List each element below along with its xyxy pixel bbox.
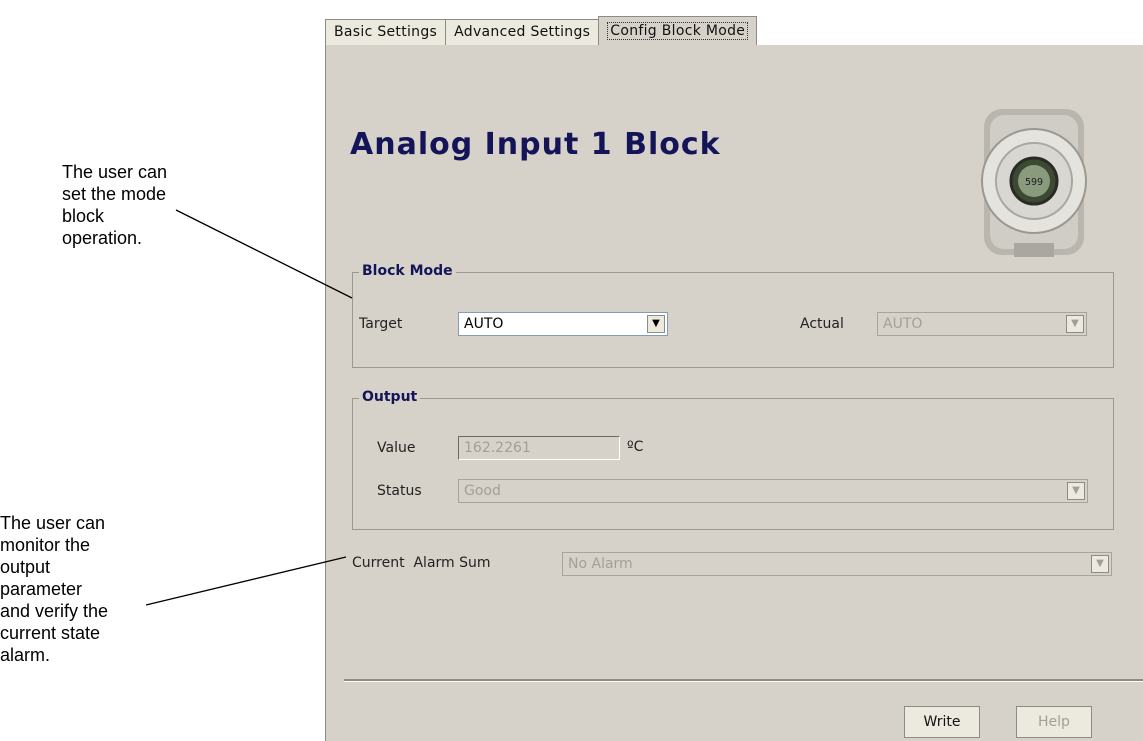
page-title: Analog Input 1 Block [350, 127, 721, 162]
status-chevron-down-icon: ▼ [1067, 482, 1085, 500]
annotation-mode-block: The user can set the mode block operatio… [62, 162, 168, 248]
tab-config-block-mode[interactable]: Config Block Mode [598, 16, 758, 45]
alarm-sum-value: No Alarm [568, 556, 633, 572]
tab-advanced-settings[interactable]: Advanced Settings [445, 19, 600, 45]
block-mode-group: Block Mode Target AUTO ▼ Actual AUTO ▼ [352, 263, 1114, 368]
output-status-value: Good [464, 483, 501, 499]
actual-select: AUTO ▼ [877, 312, 1087, 336]
tab-strip: Basic Settings Advanced Settings Config … [325, 15, 758, 45]
output-group: Output Value 162.2261 ºC Status Good ▼ [352, 389, 1114, 530]
alarm-sum-select: No Alarm ▼ [562, 552, 1112, 576]
value-label: Value [377, 440, 416, 456]
footer-separator [344, 679, 1143, 682]
output-status-select: Good ▼ [458, 479, 1088, 503]
alarm-chevron-down-icon: ▼ [1091, 555, 1109, 573]
status-label: Status [377, 483, 422, 499]
tab-config-block-mode-label: Config Block Mode [607, 22, 749, 40]
config-panel: Analog Input 1 Block 599 Block Mode Targ… [325, 45, 1143, 741]
leader-line-alarm [145, 556, 347, 606]
target-select[interactable]: AUTO ▼ [458, 312, 668, 336]
transmitter-device-icon: 599 [981, 109, 1087, 257]
alarm-sum-label: Current Alarm Sum [352, 555, 491, 571]
target-label: Target [359, 316, 403, 332]
target-chevron-down-icon[interactable]: ▼ [647, 315, 665, 333]
output-value-field: 162.2261 [458, 436, 620, 460]
target-select-value: AUTO [464, 316, 504, 332]
actual-chevron-down-icon: ▼ [1066, 315, 1084, 333]
tab-basic-settings[interactable]: Basic Settings [325, 19, 447, 45]
block-mode-legend: Block Mode [359, 263, 456, 279]
output-legend: Output [359, 389, 421, 405]
annotation-output-monitor: The user can monitor the output paramete… [0, 513, 109, 665]
actual-select-value: AUTO [883, 316, 923, 332]
help-button[interactable]: Help [1016, 706, 1092, 738]
actual-label: Actual [800, 316, 844, 332]
write-button[interactable]: Write [904, 706, 980, 738]
device-display-readout: 599 [1025, 177, 1043, 188]
value-unit: ºC [627, 439, 644, 455]
config-window: Basic Settings Advanced Settings Config … [325, 15, 1143, 741]
